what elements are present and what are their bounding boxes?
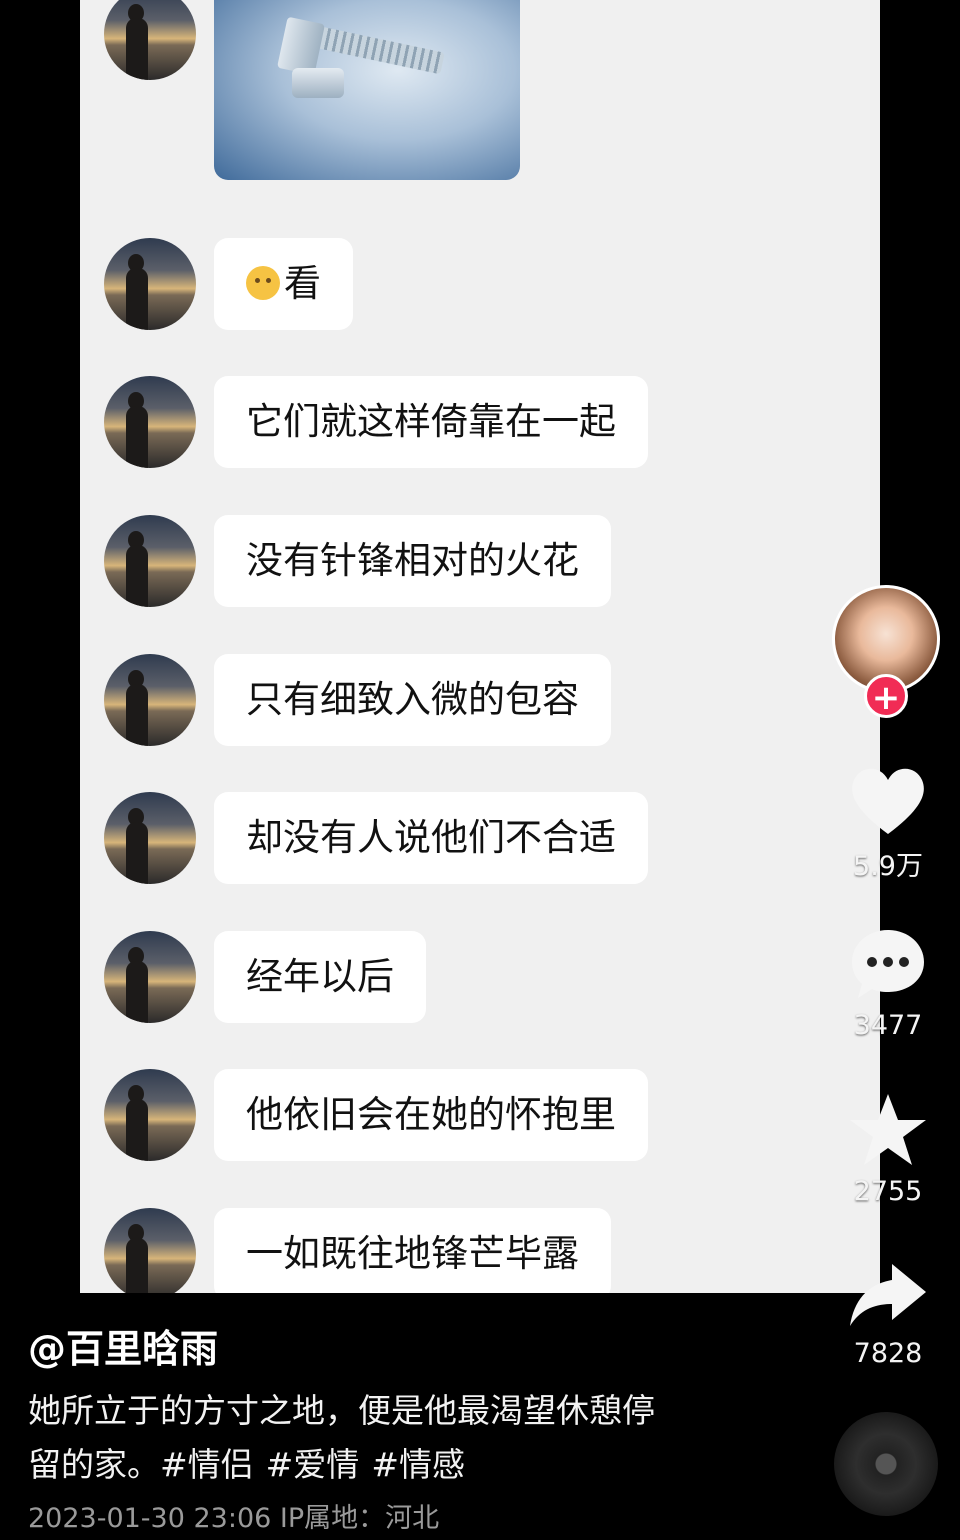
message-text: 没有针锋相对的火花	[246, 539, 579, 582]
sender-avatar[interactable]	[104, 515, 196, 607]
sender-avatar[interactable]	[104, 931, 196, 1023]
sender-avatar[interactable]	[104, 654, 196, 746]
caption-line: 她所立于的方寸之地，便是他最渴望休憩停	[28, 1391, 655, 1430]
heart-icon[interactable]	[846, 760, 930, 840]
hashtag-link[interactable]: #爱情	[266, 1445, 360, 1484]
message-bubble[interactable]: 没有针锋相对的火花	[214, 515, 611, 607]
caption-line-2: 留的家。#情侣 #爱情 #情感	[28, 1438, 748, 1492]
share-icon[interactable]	[846, 1256, 930, 1336]
like-count: 5.9万	[853, 851, 923, 882]
star-icon[interactable]	[846, 1090, 930, 1170]
message-bubble[interactable]: 它们就这样倚靠在一起	[214, 376, 648, 468]
chat-panel: 看 它们就这样倚靠在一起 没有针锋相对的火花 只有细致入微的包容 却没有人说他们…	[80, 0, 880, 1293]
post-meta: 2023-01-30 23:06 IP属地：河北	[28, 1503, 440, 1534]
worried-face-emoji-icon	[246, 265, 280, 300]
caption-text: 留的家。	[28, 1445, 160, 1484]
sender-avatar[interactable]	[104, 238, 196, 330]
message-bubble[interactable]: 经年以后	[214, 931, 426, 1023]
sender-avatar[interactable]	[104, 0, 196, 80]
sender-avatar[interactable]	[104, 376, 196, 468]
message-bubble[interactable]: 却没有人说他们不合适	[214, 792, 648, 884]
hashtag-link[interactable]: #情感	[371, 1445, 465, 1484]
sender-avatar[interactable]	[104, 1069, 196, 1161]
sender-avatar[interactable]	[104, 792, 196, 884]
comment-icon[interactable]	[846, 924, 930, 1004]
message-bubble[interactable]: 只有细致入微的包容	[214, 654, 611, 746]
message-bubble[interactable]: 他依旧会在她的怀抱里	[214, 1069, 648, 1161]
bolt-and-nut-image[interactable]	[214, 0, 520, 180]
message-bubble[interactable]: 看	[214, 238, 353, 330]
follow-button[interactable]: +	[864, 674, 908, 718]
message-text: 一如既往地锋芒毕露	[246, 1232, 579, 1275]
music-disc-icon[interactable]	[834, 1412, 938, 1516]
author-name[interactable]: @百里晗雨	[28, 1318, 218, 1373]
message-text: 看	[284, 262, 321, 305]
message-text: 只有细致入微的包容	[246, 678, 579, 721]
hashtag-link[interactable]: #情侣	[160, 1445, 254, 1484]
favorite-count: 2755	[853, 1176, 923, 1207]
comment-count: 3477	[853, 1010, 923, 1041]
post-caption: 她所立于的方寸之地，便是他最渴望休憩停 留的家。#情侣 #爱情 #情感	[28, 1384, 748, 1492]
message-text: 他依旧会在她的怀抱里	[246, 1093, 616, 1136]
message-text: 经年以后	[246, 955, 394, 998]
message-text: 却没有人说他们不合适	[246, 816, 616, 859]
share-count: 7828	[853, 1338, 923, 1369]
message-bubble[interactable]: 一如既往地锋芒毕露	[214, 1208, 611, 1293]
message-text: 它们就这样倚靠在一起	[246, 400, 616, 443]
sender-avatar[interactable]	[104, 1208, 196, 1293]
